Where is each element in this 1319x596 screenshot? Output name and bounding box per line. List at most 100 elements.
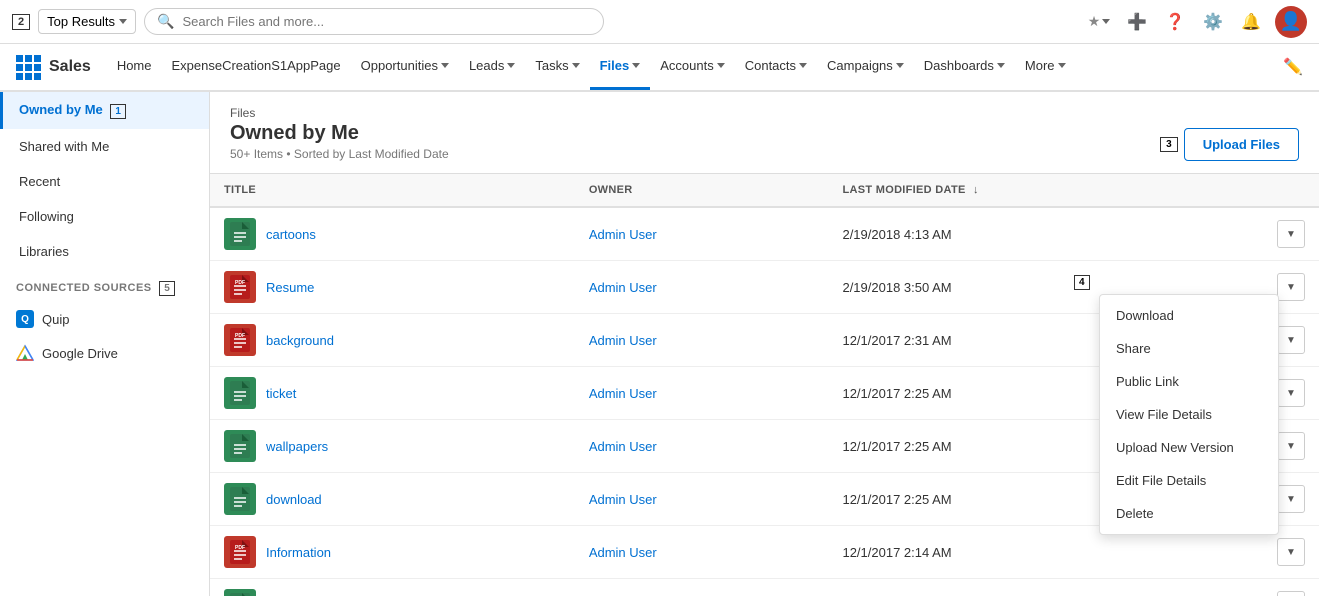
search-bar: 🔍 xyxy=(144,8,604,35)
sidebar-item-recent[interactable]: Recent xyxy=(0,164,209,199)
app-grid-icon[interactable] xyxy=(16,55,41,80)
file-title-link[interactable]: ticket xyxy=(266,386,296,401)
file-title-link[interactable]: background xyxy=(266,333,334,348)
top-results-button[interactable]: Top Results xyxy=(38,9,136,34)
context-menu-delete[interactable]: Delete xyxy=(1100,497,1278,530)
context-menu-public-link[interactable]: Public Link xyxy=(1100,365,1278,398)
file-title-link[interactable]: wallpapers xyxy=(266,439,328,454)
file-owner-cell: Admin User xyxy=(575,526,829,579)
sidebar-item-shared-with-me[interactable]: Shared with Me xyxy=(0,129,209,164)
accounts-chevron xyxy=(717,63,725,68)
file-dropdown-button[interactable]: ▼ xyxy=(1277,538,1305,566)
leads-chevron xyxy=(507,63,515,68)
notifications-icon[interactable]: 🔔 xyxy=(1237,8,1265,36)
file-type-icon: PDF xyxy=(224,271,256,303)
nav-item-expense[interactable]: ExpenseCreationS1AppPage xyxy=(162,44,351,90)
top-bar: 2 Top Results 🔍 ★ ➕ ❓ ⚙️ 🔔 👤 xyxy=(0,0,1319,44)
file-title-link[interactable]: Information xyxy=(266,545,331,560)
sidebar-item-label: Shared with Me xyxy=(19,139,109,154)
search-input[interactable] xyxy=(182,14,591,29)
add-icon[interactable]: ➕ xyxy=(1123,8,1151,36)
owner-link[interactable]: Admin User xyxy=(589,333,657,348)
nav-item-more[interactable]: More xyxy=(1015,44,1076,90)
context-menu-upload-version[interactable]: Upload New Version xyxy=(1100,431,1278,464)
more-chevron xyxy=(1058,63,1066,68)
sidebar-item-owned-by-me[interactable]: Owned by Me 1 xyxy=(0,92,209,129)
nav-item-contacts[interactable]: Contacts xyxy=(735,44,817,90)
contacts-chevron xyxy=(799,63,807,68)
file-title-cell: cartoons xyxy=(210,207,575,261)
file-owner-cell: Admin User xyxy=(575,314,829,367)
sidebar-item-libraries[interactable]: Libraries xyxy=(0,234,209,269)
nav-item-opportunities[interactable]: Opportunities xyxy=(351,44,459,90)
col-actions xyxy=(1263,174,1319,207)
file-title-link[interactable]: Resume xyxy=(266,280,314,295)
svg-text:PDF: PDF xyxy=(235,333,245,339)
nav-item-campaigns[interactable]: Campaigns xyxy=(817,44,914,90)
nav-item-dashboards[interactable]: Dashboards xyxy=(914,44,1015,90)
file-owner-cell: Admin User xyxy=(575,207,829,261)
files-chevron xyxy=(632,63,640,68)
top-results-label: Top Results xyxy=(47,14,115,29)
file-actions-cell: ▼ xyxy=(1263,207,1319,261)
table-row: cartoons Admin User 2/19/2018 4:13 AM ▼ xyxy=(210,207,1319,261)
favorites-chevron xyxy=(1102,19,1110,24)
files-table-container: TITLE OWNER LAST MODIFIED DATE ↓ xyxy=(210,174,1319,596)
gdrive-label: Google Drive xyxy=(42,346,118,361)
sidebar: Owned by Me 1 Shared with Me Recent Foll… xyxy=(0,92,210,596)
upload-btn-wrapper: 3 Upload Files xyxy=(1156,128,1299,161)
top-results-chevron xyxy=(119,19,127,24)
file-dropdown-button[interactable]: ▼ xyxy=(1277,326,1305,354)
owner-link[interactable]: Admin User xyxy=(589,227,657,242)
file-title-link[interactable]: cartoons xyxy=(266,227,316,242)
sort-icon: ↓ xyxy=(973,184,979,196)
file-dropdown-button[interactable]: ▼ xyxy=(1277,591,1305,596)
search-icon: 🔍 xyxy=(157,13,174,30)
help-icon[interactable]: ❓ xyxy=(1161,8,1189,36)
context-menu-view-details[interactable]: View File Details xyxy=(1100,398,1278,431)
file-title-link[interactable]: download xyxy=(266,492,322,507)
badge-4: 4 xyxy=(1074,275,1090,290)
sidebar-item-following[interactable]: Following xyxy=(0,199,209,234)
nav-item-accounts[interactable]: Accounts xyxy=(650,44,734,90)
sidebar-item-quip[interactable]: Q Quip xyxy=(0,302,209,336)
dashboards-chevron xyxy=(997,63,1005,68)
file-dropdown-button[interactable]: ▼ xyxy=(1277,273,1305,301)
owner-link[interactable]: Admin User xyxy=(589,386,657,401)
owner-link[interactable]: Admin User xyxy=(589,280,657,295)
context-menu-download[interactable]: Download xyxy=(1100,299,1278,332)
table-header-row: TITLE OWNER LAST MODIFIED DATE ↓ xyxy=(210,174,1319,207)
file-type-icon xyxy=(224,483,256,515)
file-type-icon: PDF xyxy=(224,324,256,356)
owner-link[interactable]: Admin User xyxy=(589,492,657,507)
col-title: TITLE xyxy=(210,174,575,207)
avatar[interactable]: 👤 xyxy=(1275,6,1307,38)
file-dropdown-button[interactable]: ▼ xyxy=(1277,485,1305,513)
tasks-chevron xyxy=(572,63,580,68)
nav-item-home[interactable]: Home xyxy=(107,44,162,90)
owner-link[interactable]: Admin User xyxy=(589,439,657,454)
file-dropdown-button[interactable]: ▼ xyxy=(1277,379,1305,407)
nav-item-leads[interactable]: Leads xyxy=(459,44,525,90)
sidebar-item-label: Following xyxy=(19,209,74,224)
nav-bar: Sales Home ExpenseCreationS1AppPage Oppo… xyxy=(0,44,1319,92)
context-menu-edit-details[interactable]: Edit File Details xyxy=(1100,464,1278,497)
breadcrumb: Files xyxy=(230,106,449,120)
nav-item-tasks[interactable]: Tasks xyxy=(525,44,589,90)
file-date-cell: 2/19/2018 4:13 AM xyxy=(828,207,1263,261)
owner-link[interactable]: Admin User xyxy=(589,545,657,560)
file-dropdown-button[interactable]: ▼ xyxy=(1277,220,1305,248)
campaigns-chevron xyxy=(896,63,904,68)
sidebar-item-label: Recent xyxy=(19,174,60,189)
favorites-icon[interactable]: ★ xyxy=(1085,8,1113,36)
file-dropdown-button[interactable]: ▼ xyxy=(1277,432,1305,460)
file-title-cell: PDF Information xyxy=(210,526,575,579)
svg-text:PDF: PDF xyxy=(235,545,245,551)
settings-icon[interactable]: ⚙️ xyxy=(1199,8,1227,36)
nav-item-files[interactable]: Files xyxy=(590,44,651,90)
edit-nav-icon[interactable]: ✏️ xyxy=(1283,57,1303,77)
upload-files-button[interactable]: Upload Files xyxy=(1184,128,1299,161)
sidebar-item-google-drive[interactable]: Google Drive xyxy=(0,336,209,370)
context-menu-share[interactable]: Share xyxy=(1100,332,1278,365)
file-actions-cell: ▼ xyxy=(1263,579,1319,596)
